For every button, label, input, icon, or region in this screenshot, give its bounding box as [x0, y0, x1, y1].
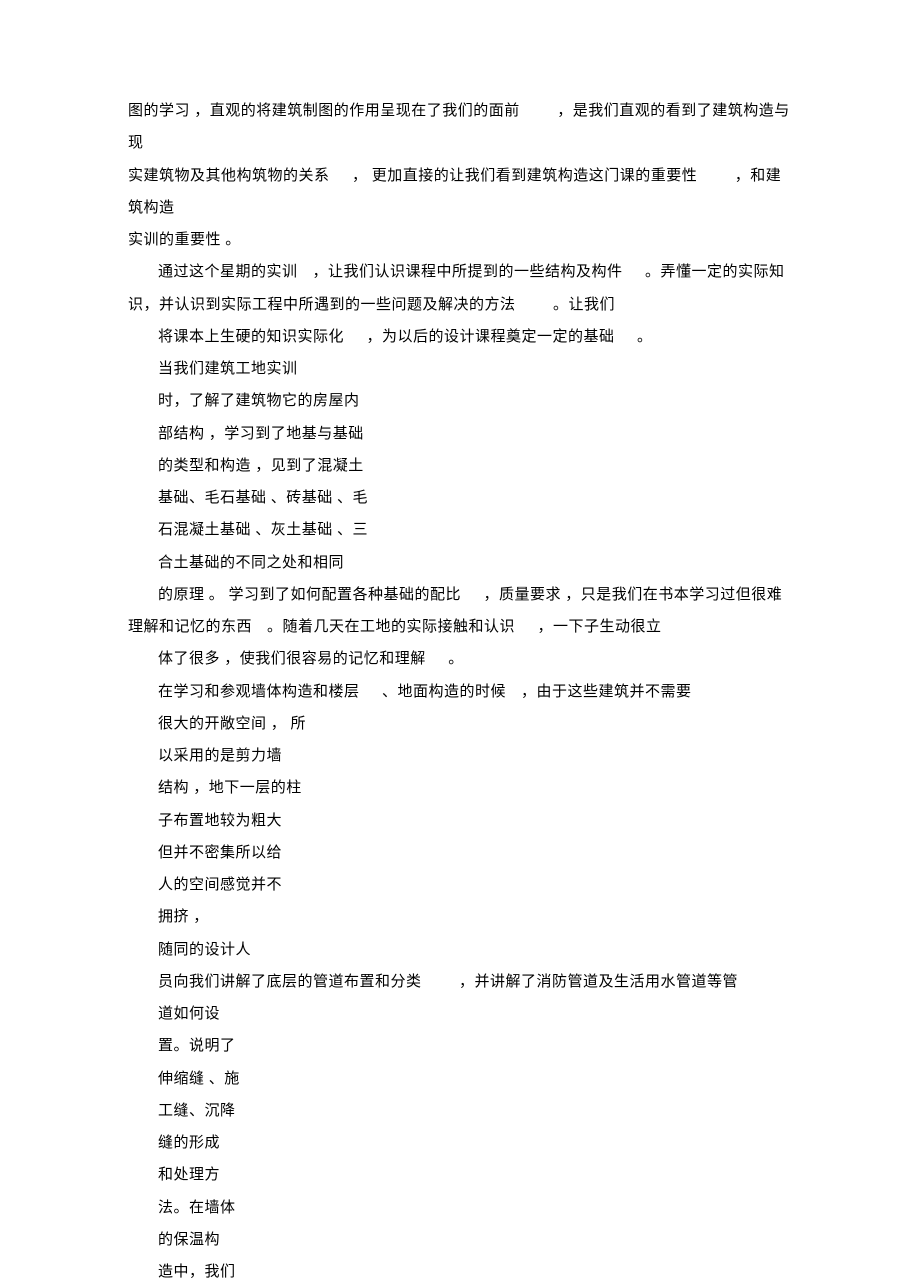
paragraph-line: 理解和记忆的东西。随着几天在工地的实际接触和认识 ，一下子生动很立 [128, 611, 792, 643]
text: 伸缩缝 、施 [158, 1071, 240, 1087]
paragraph-line: 实训的重要性 。 [128, 224, 792, 256]
text: 当我们建筑工地实训 [158, 361, 298, 377]
text: 基础、毛石基础 、砖基础 、毛 [158, 490, 368, 506]
paragraph-line: 时，了解了建筑物它的房屋内 [128, 385, 792, 417]
paragraph-line: 和处理方 [128, 1159, 792, 1191]
text: 部结构 ，学习到了地基与基础 [158, 426, 364, 442]
text: 。 [448, 651, 464, 667]
text: 随同的设计人 [158, 942, 251, 958]
paragraph-line: 的原理 。 学习到了如何配置各种基础的配比 ，质量要求 ，只是我们在书本学习过但很… [128, 579, 792, 611]
paragraph-line: 识，并认识到实际工程中所遇到的一些问题及解决的方法 。让我们 [128, 289, 792, 321]
text: 图的学习 ，直观的将建筑制图的作用呈现在了我们的面前 [128, 103, 520, 119]
paragraph-line: 很大的开敞空间 ， 所 [128, 708, 792, 740]
text: 但并不密集所以给 [158, 845, 282, 861]
text: 置。说明了 [158, 1038, 236, 1054]
text: 的类型和构造 ，见到了混凝土 [158, 458, 364, 474]
text: 在学习和参观墙体构造和楼层 [158, 684, 360, 700]
text: 缝的形成 [158, 1135, 220, 1151]
text: 将课本上生硬的知识实际化 [158, 329, 344, 345]
paragraph-line: 缝的形成 [128, 1127, 792, 1159]
paragraph-line: 伸缩缝 、施 [128, 1063, 792, 1095]
text: 。 [637, 329, 653, 345]
text: ，为以后的设计课程奠定一定的基础 [367, 329, 615, 345]
paragraph-line: 部结构 ，学习到了地基与基础 [128, 418, 792, 450]
paragraph-line: 拥挤 ， [128, 901, 792, 933]
text: 。让我们 [553, 297, 615, 313]
paragraph-line: 的类型和构造 ，见到了混凝土 [128, 450, 792, 482]
text: 结构 ，地下一层的柱 [158, 780, 302, 796]
paragraph-line: 法。在墙体 [128, 1192, 792, 1224]
paragraph-line: 结构 ，地下一层的柱 [128, 772, 792, 804]
text: 通过这个星期的实训 [158, 264, 298, 280]
paragraph-line: 人的空间感觉并不 [128, 869, 792, 901]
text: 合土基础的不同之处和相同 [158, 555, 344, 571]
paragraph-line: 实建筑物及其他构筑物的关系， 更加直接的让我们看到建筑构造这门课的重要性，和建筑… [128, 160, 792, 225]
text: 实建筑物及其他构筑物的关系 [128, 168, 330, 184]
paragraph-line: 但并不密集所以给 [128, 837, 792, 869]
text: 识，并认识到实际工程中所遇到的一些问题及解决的方法 [128, 297, 516, 313]
text: ， 更加直接的让我们看到建筑构造这门课的重要性 [352, 168, 697, 184]
text: 法。在墙体 [158, 1200, 236, 1216]
text: 以采用的是剪力墙 [158, 748, 282, 764]
text: 。随着几天在工地的实际接触和认识 [267, 619, 515, 635]
paragraph-line: 道如何设 [128, 998, 792, 1030]
text: 体了很多 ，使我们很容易的记忆和理解 [158, 651, 426, 667]
text: 理解和记忆的东西 [128, 619, 252, 635]
text: 时，了解了建筑物它的房屋内 [158, 393, 360, 409]
text: 石混凝土基础 、灰土基础 、三 [158, 522, 368, 538]
paragraph-line: 造中，我们 [128, 1256, 792, 1288]
paragraph-line: 随同的设计人 [128, 934, 792, 966]
paragraph-line: 的保温构 [128, 1224, 792, 1256]
paragraph-2: 通过这个星期的实训 ，让我们认识课程中所提到的一些结构及构件 。弄懂一定的实际知 [128, 256, 792, 288]
text: 和处理方 [158, 1167, 220, 1183]
paragraph-line: 员向我们讲解了底层的管道布置和分类 ，并讲解了消防管道及生活用水管道等管 [128, 966, 792, 998]
text: ，质量要求 ，只是我们在书本学习过但很难 [484, 587, 783, 603]
text: 实训的重要性 。 [128, 232, 241, 248]
text: ，一下子生动很立 [538, 619, 662, 635]
text: 的原理 。 学习到了如何配置各种基础的配比 [158, 587, 461, 603]
paragraph-1: 图的学习 ，直观的将建筑制图的作用呈现在了我们的面前，是我们直观的看到了建筑构造… [128, 95, 792, 160]
text: ，由于这些建筑并不需要 [521, 684, 692, 700]
text: ，并讲解了消防管道及生活用水管道等管 [459, 974, 738, 990]
paragraph-4: 在学习和参观墙体构造和楼层 、地面构造的时候 ，由于这些建筑并不需要 [128, 676, 792, 708]
text: 很大的开敞空间 ， 所 [158, 716, 306, 732]
paragraph-line: 置。说明了 [128, 1030, 792, 1062]
text: 子布置地较为粗大 [158, 813, 282, 829]
paragraph-line: 以采用的是剪力墙 [128, 740, 792, 772]
paragraph-line: 体了很多 ，使我们很容易的记忆和理解 。 [128, 643, 792, 675]
text: 的保温构 [158, 1232, 220, 1248]
paragraph-line: 基础、毛石基础 、砖基础 、毛 [128, 482, 792, 514]
text: 拥挤 ， [158, 909, 209, 925]
text: 道如何设 [158, 1006, 220, 1022]
paragraph-line: 合土基础的不同之处和相同 [128, 547, 792, 579]
text: 员向我们讲解了底层的管道布置和分类 [158, 974, 422, 990]
text: 。弄懂一定的实际知 [645, 264, 785, 280]
text: ，让我们认识课程中所提到的一些结构及构件 [313, 264, 623, 280]
paragraph-3: 当我们建筑工地实训 [128, 353, 792, 385]
text: 造中，我们 [158, 1264, 236, 1280]
text: 、地面构造的时候 [382, 684, 506, 700]
paragraph-line: 子布置地较为粗大 [128, 805, 792, 837]
paragraph-line: 石混凝土基础 、灰土基础 、三 [128, 514, 792, 546]
paragraph-line: 将课本上生硬的知识实际化 ，为以后的设计课程奠定一定的基础 。 [128, 321, 792, 353]
text: 人的空间感觉并不 [158, 877, 282, 893]
paragraph-line: 工缝、沉降 [128, 1095, 792, 1127]
text: 工缝、沉降 [158, 1103, 236, 1119]
